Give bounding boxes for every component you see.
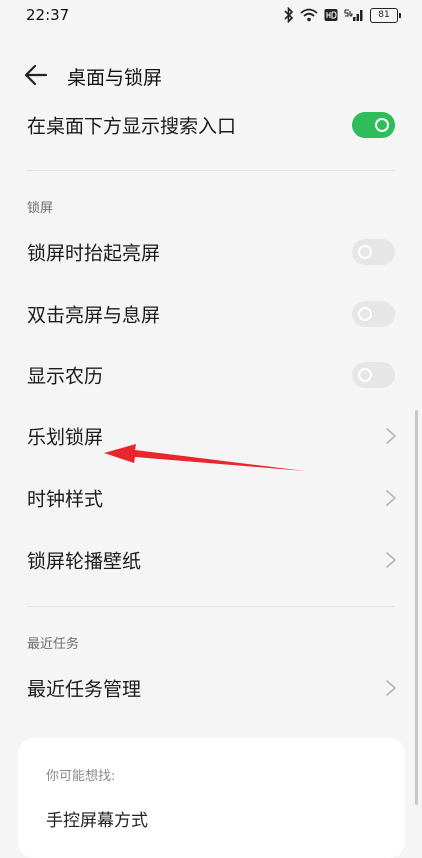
title-bar: 桌面与锁屏	[0, 50, 422, 100]
battery-icon: 81	[370, 7, 401, 23]
section-divider	[27, 606, 395, 607]
search-entry-setting-row[interactable]: 在桌面下方显示搜索入口	[0, 95, 422, 155]
bluetooth-icon	[284, 7, 294, 23]
hd-icon	[324, 9, 338, 21]
raise-to-wake-setting-row[interactable]: 锁屏时抬起亮屏	[0, 222, 422, 282]
toggle-knob	[358, 368, 372, 382]
raise-to-wake-toggle[interactable]	[352, 239, 395, 265]
status-time: 22:37	[26, 6, 70, 24]
search-entry-toggle[interactable]	[352, 112, 395, 138]
lehua-lockscreen-label: 乐划锁屏	[27, 426, 104, 449]
5g-signal-icon	[344, 9, 363, 21]
chevron-right-icon	[386, 428, 396, 444]
wallpaper-carousel-label: 锁屏轮播壁纸	[27, 550, 142, 573]
raise-to-wake-label: 锁屏时抬起亮屏	[27, 242, 161, 265]
section-header-lock-screen: 锁屏	[27, 201, 54, 216]
status-bar: 22:37 81	[0, 0, 422, 30]
toggle-knob	[358, 245, 372, 259]
toggle-knob	[358, 307, 372, 321]
search-entry-label: 在桌面下方显示搜索入口	[27, 115, 237, 138]
wifi-icon	[300, 8, 318, 22]
clock-style-label: 时钟样式	[27, 488, 104, 511]
chevron-right-icon	[386, 490, 396, 506]
recent-tasks-management-label: 最近任务管理	[27, 678, 142, 701]
toggle-knob	[375, 118, 389, 132]
chevron-right-icon	[386, 552, 396, 568]
recent-tasks-management-row[interactable]: 最近任务管理	[0, 658, 422, 718]
lunar-calendar-label: 显示农历	[27, 365, 104, 388]
suggestions-title: 你可能想找:	[46, 769, 116, 784]
lehua-lockscreen-setting-row[interactable]: 乐划锁屏	[0, 406, 422, 466]
double-tap-label: 双击亮屏与息屏	[27, 304, 161, 327]
clock-style-setting-row[interactable]: 时钟样式	[0, 468, 422, 528]
scrollbar[interactable]	[415, 410, 418, 805]
status-icons: 81	[284, 6, 401, 24]
double-tap-toggle[interactable]	[352, 301, 395, 327]
suggestions-card: 你可能想找: 手控屏幕方式	[18, 738, 405, 858]
back-arrow-icon[interactable]	[22, 62, 50, 88]
chevron-right-icon	[386, 680, 396, 696]
suggestion-item[interactable]: 手控屏幕方式	[46, 806, 148, 831]
section-header-recent-tasks: 最近任务	[27, 637, 80, 652]
lunar-calendar-toggle[interactable]	[352, 362, 395, 388]
double-tap-setting-row[interactable]: 双击亮屏与息屏	[0, 284, 422, 344]
wallpaper-carousel-setting-row[interactable]: 锁屏轮播壁纸	[0, 530, 422, 590]
lunar-calendar-setting-row[interactable]: 显示农历	[0, 345, 422, 405]
section-divider	[27, 170, 395, 171]
page-title: 桌面与锁屏	[67, 67, 163, 89]
